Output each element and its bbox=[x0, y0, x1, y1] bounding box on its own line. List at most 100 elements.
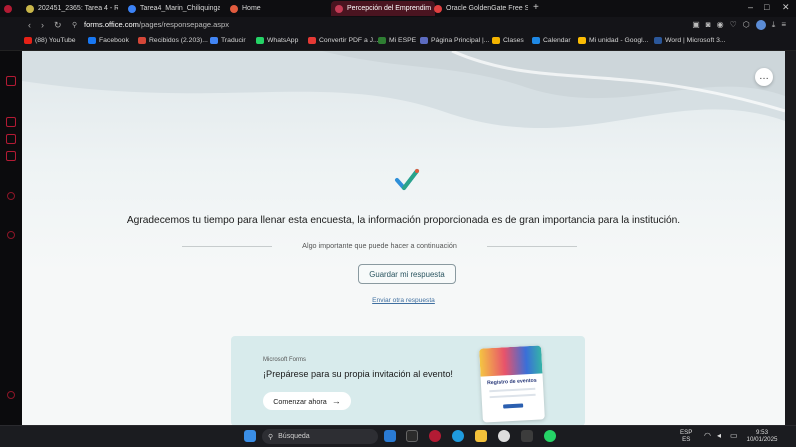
new-tab-button[interactable]: + bbox=[533, 2, 539, 13]
more-icon: … bbox=[759, 71, 769, 82]
bookmark-label: Word | Microsoft 3... bbox=[665, 37, 726, 44]
bookmark-item[interactable]: Mi unidad - Googl... bbox=[578, 37, 648, 44]
navigation-bar: ‹ › ↻ ⚲ forms.office.com/pages/responsep… bbox=[0, 17, 796, 34]
browser-tab[interactable]: Home bbox=[230, 1, 322, 16]
browser-tab[interactable]: Oracle GoldenGate Free S bbox=[434, 1, 528, 16]
close-window-icon[interactable]: ✕ bbox=[782, 2, 790, 13]
minimize-icon[interactable]: – bbox=[748, 2, 753, 12]
sidebar-tabs-icon[interactable] bbox=[6, 117, 16, 127]
bookmark-favicon-icon bbox=[210, 37, 218, 44]
clock-date: 10/01/2025 bbox=[746, 436, 778, 443]
browser-tab[interactable]: Tarea4_Marin_Chiliquinga. bbox=[128, 1, 220, 16]
wifi-icon[interactable]: ◠ bbox=[704, 432, 711, 440]
tab-favicon-icon bbox=[335, 4, 343, 13]
start-now-button[interactable]: Comenzar ahora → bbox=[263, 392, 351, 410]
file-explorer-icon[interactable] bbox=[475, 430, 487, 442]
sidebar-whatsapp-icon[interactable] bbox=[7, 231, 15, 239]
share-icon[interactable]: ◉ bbox=[717, 20, 724, 30]
clock-time: 9:53 bbox=[755, 429, 769, 436]
terminal-icon[interactable] bbox=[521, 430, 533, 442]
download-icon[interactable]: ⤓ bbox=[772, 20, 776, 30]
search-icon: ⚲ bbox=[268, 433, 274, 441]
bookmark-item[interactable]: Página Principal |... bbox=[420, 37, 489, 44]
promo-banner: Microsoft Forms ¡Prepárese para su propi… bbox=[231, 336, 585, 425]
browser-menu-icon[interactable] bbox=[4, 1, 12, 16]
site-info-icon[interactable]: ⚲ bbox=[72, 21, 77, 29]
windows-start-icon[interactable] bbox=[244, 430, 256, 442]
sidebar-settings-icon[interactable] bbox=[7, 391, 15, 399]
browser-tab[interactable]: 202451_2365: Tarea 4 - R bbox=[26, 1, 118, 16]
bookmark-favicon-icon bbox=[420, 37, 428, 44]
tab-title: Home bbox=[242, 5, 261, 12]
browser-tab[interactable]: Percepción del Emprendim✕ bbox=[331, 1, 435, 16]
task-view-icon[interactable] bbox=[406, 430, 418, 442]
bookmark-favicon-icon bbox=[532, 37, 540, 44]
header-wave-decoration bbox=[22, 51, 785, 129]
tab-title: 202451_2365: Tarea 4 - R bbox=[38, 5, 118, 12]
battery-icon[interactable]: ▭ bbox=[730, 432, 738, 440]
submit-another-link[interactable]: Enviar otra respuesta bbox=[22, 297, 785, 304]
bookmarks-bar: (88) YouTube Facebook Recibidos (2.203)...… bbox=[0, 34, 796, 51]
tab-title: Percepción del Emprendim bbox=[347, 5, 432, 12]
chrome-icon[interactable] bbox=[498, 430, 510, 442]
profile-avatar[interactable] bbox=[755, 20, 766, 30]
maximize-icon[interactable]: □ bbox=[764, 2, 769, 12]
bookmark-item[interactable]: (88) YouTube bbox=[24, 37, 76, 44]
bookmark-item[interactable]: Clases bbox=[492, 37, 524, 44]
bookmark-label: Mi unidad - Googl... bbox=[589, 37, 649, 44]
menu-icon[interactable]: ≡ bbox=[781, 20, 786, 30]
forward-icon[interactable]: › bbox=[41, 20, 44, 30]
page-scrollbar[interactable] bbox=[785, 51, 796, 425]
bookmark-favicon-icon bbox=[88, 37, 96, 44]
divider-line-right bbox=[487, 246, 577, 247]
windows-taskbar: ⚲ Búsqueda ESP ES ◠ ◂ ▭ 9:53 10/01/2025 bbox=[0, 425, 796, 447]
clock[interactable]: 9:53 10/01/2025 bbox=[740, 429, 784, 443]
sidebar-history-icon[interactable] bbox=[6, 151, 16, 161]
address-bar[interactable]: forms.office.com/pages/responsepage.aspx bbox=[84, 20, 229, 29]
bookmark-favicon-icon bbox=[138, 37, 146, 44]
heart-icon[interactable]: ♡ bbox=[730, 20, 737, 30]
more-options-button[interactable]: … bbox=[755, 68, 773, 86]
back-icon[interactable]: ‹ bbox=[28, 20, 31, 30]
bookmark-item[interactable]: Mi ESPE bbox=[378, 37, 416, 44]
bookmark-item[interactable]: Recibidos (2.203)... bbox=[138, 37, 208, 44]
vscode-icon[interactable] bbox=[384, 430, 396, 442]
bookmark-label: Convertir PDF a J... bbox=[319, 37, 379, 44]
edge-icon[interactable] bbox=[452, 430, 464, 442]
bookmark-item[interactable]: Facebook bbox=[88, 37, 129, 44]
event-card-title: Registro de eventos bbox=[486, 377, 537, 387]
bookmark-label: Traducir bbox=[221, 37, 246, 44]
camera-icon[interactable]: ◙ bbox=[706, 20, 711, 30]
bookmark-item[interactable]: Traducir bbox=[210, 37, 246, 44]
bookmark-label: Mi ESPE bbox=[389, 37, 417, 44]
card-line bbox=[489, 393, 536, 399]
whatsapp-icon[interactable] bbox=[544, 430, 556, 442]
reload-icon[interactable]: ↻ bbox=[54, 20, 62, 31]
screenshot-icon[interactable]: ▣ bbox=[692, 20, 700, 30]
sidebar-notes-icon[interactable] bbox=[6, 134, 16, 144]
promo-headline: ¡Prepárese para su propia invitación al … bbox=[263, 369, 453, 379]
volume-icon[interactable]: ◂ bbox=[717, 432, 721, 440]
start-now-label: Comenzar ahora bbox=[273, 396, 327, 406]
bookmark-favicon-icon bbox=[654, 37, 662, 44]
extensions-icon[interactable]: ⬡ bbox=[743, 20, 750, 30]
card-button bbox=[503, 403, 524, 409]
bookmark-item[interactable]: Convertir PDF a J... bbox=[308, 37, 379, 44]
keyboard-layout: ES bbox=[682, 436, 691, 443]
bookmark-label: Recibidos (2.203)... bbox=[149, 37, 208, 44]
sidebar-home-icon[interactable] bbox=[6, 76, 16, 86]
taskbar-search[interactable]: ⚲ Búsqueda bbox=[262, 429, 378, 444]
language-indicator[interactable]: ESP ES bbox=[680, 429, 692, 443]
bookmark-favicon-icon bbox=[308, 37, 316, 44]
tab-title: Tarea4_Marin_Chiliquinga. bbox=[140, 5, 220, 12]
url-domain: forms.office.com bbox=[84, 20, 139, 29]
bookmark-item[interactable]: Word | Microsoft 3... bbox=[654, 37, 726, 44]
opera-gx-icon[interactable] bbox=[429, 430, 441, 442]
tab-favicon-icon bbox=[434, 4, 442, 13]
save-response-button[interactable]: Guardar mi respuesta bbox=[358, 264, 456, 284]
sidebar-messenger-icon[interactable] bbox=[7, 192, 15, 200]
tab-title: Oracle GoldenGate Free S bbox=[446, 5, 528, 12]
bookmark-item[interactable]: WhatsApp bbox=[256, 37, 298, 44]
bookmark-item[interactable]: Calendar bbox=[532, 37, 571, 44]
language-code: ESP bbox=[680, 429, 693, 436]
